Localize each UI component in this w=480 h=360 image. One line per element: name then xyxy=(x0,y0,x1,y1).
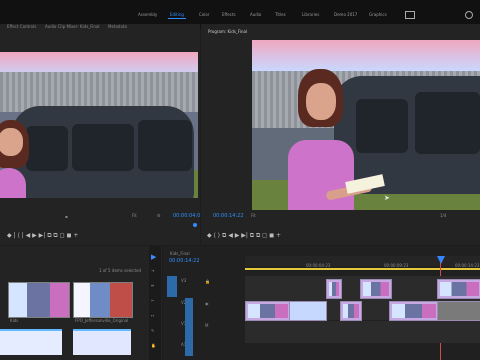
project-thumbnail-row-two-right[interactable] xyxy=(73,329,131,355)
pen-tool-icon[interactable]: ✎ xyxy=(151,328,154,333)
workspace-tab-demo[interactable]: Demo 2017 xyxy=(334,12,357,17)
workspace-tab-assembly[interactable]: Assembly xyxy=(138,12,157,17)
workspace-tab-titles[interactable]: Titles xyxy=(275,12,286,17)
program-title: Program: Kids_Final xyxy=(208,29,248,34)
workspace-tab-effects[interactable]: Effects xyxy=(222,12,236,17)
project-thumbnail-kids[interactable] xyxy=(8,282,70,318)
timeline-clip-v3-a[interactable] xyxy=(326,279,342,299)
program-timecode: 00:00:14:22 xyxy=(213,213,244,219)
source-wrench-icon[interactable]: ⚙ xyxy=(157,213,161,218)
track-visibility-icon[interactable]: ◉ xyxy=(205,301,209,306)
timeline-tab[interactable]: Kids_Final xyxy=(170,251,190,256)
project-item-kids-label: Kids xyxy=(10,318,19,323)
track-source-patch[interactable] xyxy=(185,298,193,356)
program-zoom-label[interactable]: 1/4 xyxy=(440,213,446,218)
track-target-v3[interactable] xyxy=(167,276,177,297)
project-item-original-label: FPO_Jeffersonville_Original xyxy=(75,318,129,323)
program-fit-select[interactable]: Fit xyxy=(251,213,256,218)
source-video-frame xyxy=(0,52,198,198)
source-timecode: 00:00:04:07 xyxy=(173,213,204,219)
selection-tool-icon[interactable]: ▶ xyxy=(151,253,156,261)
active-workspace-indicator xyxy=(168,18,186,19)
audio-clip-mixer-tab[interactable]: Audio Clip Mixer: Kids_Final xyxy=(45,24,100,30)
timeline-clip-v2-gap[interactable] xyxy=(437,301,480,321)
project-thumbnail-row-two[interactable] xyxy=(0,329,62,355)
workspace-tab-editing[interactable]: Editing xyxy=(170,12,184,17)
timeline-clip-v3-b[interactable] xyxy=(360,279,392,299)
track-label-v3: V3 xyxy=(181,278,187,283)
timeline-clip-v3-c[interactable] xyxy=(437,279,480,299)
slip-tool-icon[interactable]: ↔ xyxy=(151,313,154,318)
track-select-tool-icon[interactable]: ⇥ xyxy=(151,268,154,273)
work-area-bar[interactable] xyxy=(245,268,480,270)
video-track-v1 xyxy=(245,321,480,343)
hand-tool-icon[interactable]: ✋ xyxy=(151,343,156,348)
timeline-clip-v2-b[interactable] xyxy=(289,301,327,321)
source-marker-icon[interactable]: ▪ xyxy=(65,214,68,219)
workspace-tab-graphics[interactable]: Graphics xyxy=(369,12,387,17)
timeline-clip-v2-a[interactable] xyxy=(245,301,291,321)
project-thumbnail-original[interactable] xyxy=(73,282,133,318)
workspace-tab-libraries[interactable]: Libraries xyxy=(302,12,319,17)
timeline-timecode: 00:00:14:22 xyxy=(169,258,200,264)
program-transport-controls[interactable]: ◆ ⟨ ⟩ ⧉ ◀ ▶ ▶| ⧉ ⧉ ◻ ◼ + xyxy=(207,232,281,240)
search-icon[interactable] xyxy=(465,11,473,19)
workspace-tab-color[interactable]: Color xyxy=(199,12,209,17)
ripple-tool-icon[interactable]: ⇹ xyxy=(151,283,154,288)
timeline-ruler[interactable] xyxy=(245,256,480,266)
selected-items-count: 1 of 5 items selected xyxy=(99,268,142,273)
track-lock-icon[interactable]: 🔒 xyxy=(205,279,210,284)
timeline-clip-v2-d[interactable] xyxy=(389,301,439,321)
mouse-cursor-icon: ➤ xyxy=(384,194,390,202)
track-mute-icon[interactable]: M xyxy=(205,323,208,328)
razor-tool-icon[interactable]: ✂ xyxy=(151,298,154,303)
effect-controls-tab[interactable]: Effect Controls xyxy=(7,24,36,30)
source-transport-controls[interactable]: ◆ | ⟨ | ◀ ▶ ▶| ⧉ ⧉ ◻ ◼ + xyxy=(7,232,78,240)
source-fit-select[interactable]: Fit xyxy=(132,213,137,218)
metadata-tab[interactable]: Metadata xyxy=(108,24,127,30)
program-video-frame xyxy=(252,40,480,210)
timeline-clip-v2-c[interactable] xyxy=(340,301,362,321)
workspace-tab-audio[interactable]: Audio xyxy=(250,12,261,17)
workspace-menu-icon[interactable] xyxy=(405,11,415,19)
source-playhead-icon[interactable] xyxy=(193,223,197,227)
